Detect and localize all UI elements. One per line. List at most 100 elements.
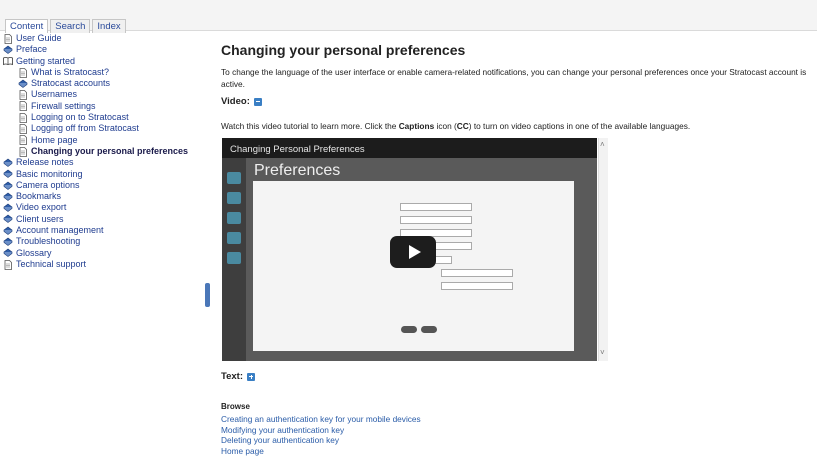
- page-icon: [18, 67, 28, 78]
- cc-term: CC: [456, 121, 469, 131]
- book-closed-icon: [3, 169, 13, 179]
- form-field: [400, 191, 470, 197]
- toc-item-label: Home page: [31, 134, 78, 145]
- toc-item[interactable]: What is Stratocast?: [0, 67, 205, 78]
- text-heading-label: Text:: [221, 371, 243, 382]
- page-title: Changing your personal preferences: [221, 42, 466, 58]
- chevron-up-icon[interactable]: ˄: [600, 140, 605, 149]
- form-field: [441, 269, 513, 277]
- toc-item-label: Firewall settings: [31, 100, 96, 111]
- tab-content[interactable]: Content: [5, 19, 49, 33]
- toc-item[interactable]: Home page: [0, 135, 205, 146]
- tab-index[interactable]: Index: [92, 19, 126, 33]
- video-scrollbar[interactable]: ˄ ˅: [598, 138, 608, 361]
- browse-link[interactable]: Home page: [221, 446, 421, 457]
- toc-item[interactable]: Glossary: [0, 248, 205, 259]
- toc-item-label: Logging off from Stratocast: [31, 123, 139, 134]
- book-closed-icon: [3, 226, 13, 236]
- toc-item[interactable]: Logging off from Stratocast: [0, 123, 205, 134]
- browse-link[interactable]: Modifying your authentication key: [221, 425, 421, 436]
- collapse-icon[interactable]: [253, 97, 262, 106]
- toc-item[interactable]: Client users: [0, 214, 205, 225]
- watch-text-suffix: ) to turn on video captions in one of th…: [468, 121, 691, 131]
- toc-item-label: Changing your personal preferences: [31, 145, 189, 156]
- toc-item-label: Technical support: [16, 258, 87, 269]
- toc-item[interactable]: Usernames: [0, 89, 205, 101]
- text-heading: Text:: [221, 371, 255, 382]
- toc-item[interactable]: Preface: [0, 44, 205, 55]
- toc-item-label: Logging on to Stratocast: [31, 112, 129, 123]
- page-icon: [3, 259, 13, 270]
- watch-text-mid: icon (: [434, 121, 457, 131]
- browse-links: Creating an authentication key for your …: [221, 414, 421, 456]
- form-field: [441, 282, 513, 290]
- toc-item-label: Account management: [16, 225, 104, 236]
- toc-item-label: User Guide: [16, 33, 62, 43]
- browse-heading: Browse: [221, 402, 250, 411]
- browse-link[interactable]: Creating an authentication key for your …: [221, 414, 421, 425]
- toc-item[interactable]: Changing your personal preferences: [0, 146, 205, 157]
- toc-item[interactable]: Camera options: [0, 180, 205, 191]
- toc-item[interactable]: Getting started: [0, 56, 205, 67]
- book-closed-icon: [3, 181, 13, 191]
- toc-item-label: Video export: [16, 202, 67, 213]
- export-icon: [227, 232, 241, 244]
- toc-item[interactable]: Logging on to Stratocast: [0, 112, 205, 123]
- page-icon: [18, 101, 28, 112]
- video-title: Changing Personal Preferences: [230, 144, 365, 155]
- chevron-down-icon[interactable]: ˅: [600, 348, 605, 357]
- toc-list: User Guide Preface Getting started What is …: [0, 33, 205, 270]
- toc-item-label: Release notes: [16, 157, 74, 168]
- search-icon: [227, 212, 241, 224]
- toc-item[interactable]: Video export: [0, 202, 205, 213]
- toc-item[interactable]: Account management: [0, 225, 205, 236]
- toc-item[interactable]: Basic monitoring: [0, 169, 205, 180]
- video-player[interactable]: Preferences Changing Personal Preference…: [222, 138, 597, 361]
- book-closed-icon: [3, 237, 13, 247]
- expand-icon[interactable]: [247, 372, 255, 381]
- toc-item[interactable]: Technical support: [0, 259, 205, 270]
- toc-item-label: Troubleshooting: [16, 236, 81, 247]
- tab-search[interactable]: Search: [50, 19, 91, 33]
- gear-icon: [227, 252, 241, 264]
- page-icon: [18, 135, 28, 146]
- book-closed-icon: [3, 248, 13, 258]
- intro-paragraph: To change the language of the user inter…: [221, 67, 807, 89]
- toc-item[interactable]: Stratocast accounts: [0, 78, 205, 89]
- page-icon: [18, 90, 28, 101]
- book-closed-icon: [3, 192, 13, 202]
- toc-item[interactable]: Bookmarks: [0, 191, 205, 202]
- toc-item[interactable]: Troubleshooting: [0, 236, 205, 247]
- book-closed-icon: [3, 203, 13, 213]
- video-screen-heading: Preferences: [254, 162, 341, 179]
- book-closed-icon: [3, 45, 13, 55]
- toc-item-label: Basic monitoring: [16, 168, 83, 179]
- page-icon: [3, 33, 13, 44]
- home-icon: [227, 172, 241, 184]
- page-icon: [18, 112, 28, 123]
- book-closed-icon: [18, 79, 28, 89]
- toc-item-label: Camera options: [16, 179, 80, 190]
- toc-item-label: Stratocast accounts: [31, 78, 111, 89]
- form-button: [401, 326, 417, 333]
- video-heading-label: Video:: [221, 96, 250, 107]
- toc-item[interactable]: Firewall settings: [0, 101, 205, 112]
- book-closed-icon: [3, 214, 13, 224]
- watch-text-prefix: Watch this video tutorial to learn more.…: [221, 121, 399, 131]
- page-icon: [18, 124, 28, 134]
- toc-item[interactable]: User Guide: [0, 33, 205, 44]
- play-button[interactable]: [390, 236, 436, 268]
- book-closed-icon: [3, 158, 13, 168]
- browse-link[interactable]: Deleting your authentication key: [221, 435, 421, 446]
- toc-item-label: Getting started: [16, 55, 76, 66]
- form-field: [400, 216, 472, 224]
- video-heading: Video:: [221, 96, 262, 107]
- camera-icon: [227, 192, 241, 204]
- page-icon: [18, 146, 28, 157]
- sidebar-collapse-handle[interactable]: [205, 283, 210, 307]
- toc-item-label: Glossary: [16, 247, 52, 258]
- toc-item[interactable]: Release notes: [0, 157, 205, 168]
- toc-item-label: What is Stratocast?: [31, 66, 110, 77]
- toc-item-label: Usernames: [31, 89, 78, 100]
- top-toolbar: Content Search Index: [0, 0, 817, 33]
